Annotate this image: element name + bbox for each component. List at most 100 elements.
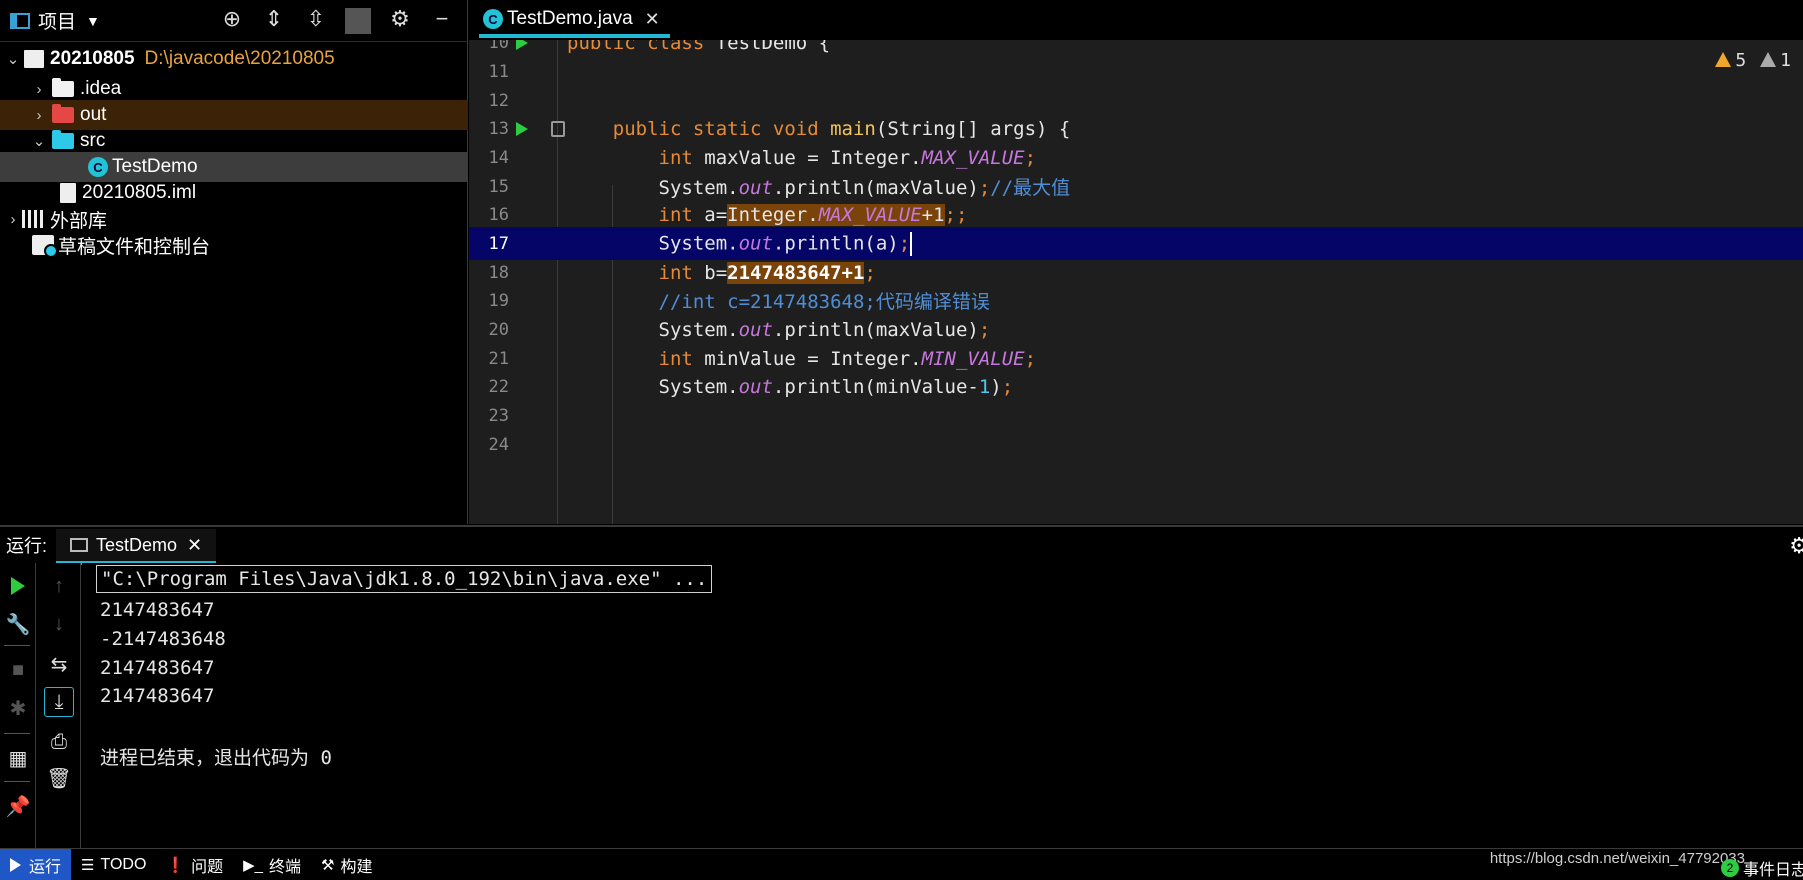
expand-all-icon[interactable]: ⇕ — [261, 6, 287, 34]
project-path: D:\javacode\20210805 — [144, 48, 335, 69]
run-icon — [10, 857, 21, 872]
tree-item-project-root[interactable]: ⌄ 20210805 D:\javacode\20210805 — [0, 44, 468, 74]
code-text: System.out.println(minValue-1); — [658, 375, 1014, 398]
close-icon[interactable]: ✕ — [645, 9, 660, 30]
stop-icon[interactable]: ■ — [3, 655, 33, 685]
soft-wrap-icon[interactable]: ⇆ — [44, 649, 74, 679]
pin-icon[interactable]: 📌 — [3, 791, 33, 821]
console-line: 2147483647 — [100, 599, 215, 621]
line-number: 17 — [488, 233, 509, 254]
event-log-button[interactable]: 2 事件日志 — [1720, 856, 1803, 880]
text-caret — [910, 231, 913, 256]
tree-item-label: 草稿文件和控制台 — [58, 236, 211, 258]
library-icon — [22, 210, 46, 228]
tree-item-label: 20210805 — [50, 48, 135, 69]
close-icon[interactable]: ✕ — [187, 535, 202, 556]
line-number: 14 — [488, 147, 509, 168]
debug-icon[interactable]: ✱ — [3, 693, 33, 723]
tree-item-label: src — [80, 130, 106, 151]
rerun-icon[interactable] — [3, 571, 33, 601]
arrow-up-icon[interactable]: ↑ — [44, 571, 74, 601]
line-number: 13 — [488, 118, 509, 139]
tree-item-label: 外部库 — [50, 210, 108, 232]
project-toolbar: ⊕ ⇕ ⇳ ⚙ − — [219, 6, 455, 34]
project-panel: 项目 ▼ ⊕ ⇕ ⇳ ⚙ − ⌄ 20210805 D:\javacode\20… — [0, 0, 468, 524]
chevron-right-icon[interactable]: › — [32, 81, 46, 98]
chevron-down-icon[interactable]: ⌄ — [32, 132, 46, 150]
gear-icon[interactable]: ⚙ — [1789, 533, 1803, 559]
code-text: System.out.println(a); — [658, 231, 913, 256]
info-icon: ❗ — [166, 856, 186, 874]
event-count-badge: 2 — [1720, 859, 1739, 877]
code-text: int minValue = Integer.MIN_VALUE; — [658, 347, 1037, 370]
editor-text-area[interactable]: 5 1 10 public class TestDemo { 11 12 13 … — [469, 40, 1803, 524]
layout-icon[interactable]: ▦ — [3, 743, 33, 773]
source-folder-icon — [52, 130, 74, 149]
locate-file-icon[interactable]: ⊕ — [219, 6, 245, 34]
wrench-icon[interactable]: 🔧 — [3, 609, 33, 639]
fold-icon[interactable] — [551, 120, 565, 137]
run-tab-label: TestDemo — [96, 534, 178, 555]
hide-panel-icon[interactable]: − — [429, 6, 455, 34]
run-tab-testdemo[interactable]: TestDemo ✕ — [56, 529, 217, 565]
toolbar-divider — [4, 733, 30, 734]
watermark: https://blog.csdn.net/weixin_47792033 — [1489, 850, 1745, 867]
collapse-all-icon[interactable]: ⇳ — [303, 6, 329, 34]
toolbar-divider — [4, 781, 30, 782]
editor-tab-testdemo[interactable]: C TestDemo.java ✕ — [479, 4, 670, 38]
line-number: 19 — [488, 290, 509, 311]
arrow-down-icon[interactable]: ↓ — [44, 609, 74, 639]
console-line: -2147483648 — [100, 628, 226, 650]
line-number: 20 — [488, 319, 509, 340]
tree-item-label: .idea — [80, 78, 122, 99]
trash-icon[interactable]: 🗑 — [44, 763, 74, 793]
chevron-right-icon[interactable]: › — [32, 107, 46, 124]
toolwindow-label: 问题 — [191, 858, 224, 876]
run-toolbar-primary: 🔧 ■ ✱ ▦ 📌 — [0, 563, 36, 848]
toolbar-divider — [4, 645, 30, 646]
console-line: 2147483647 — [100, 685, 215, 707]
tree-item-scratches[interactable]: 草稿文件和控制台 — [0, 230, 468, 260]
run-toolbar-secondary: ↑ ↓ ⇆ ⤓ ⎙ 🗑 — [37, 563, 81, 848]
code-text: System.out.println(maxValue); — [658, 318, 991, 341]
line-number: 22 — [488, 376, 509, 397]
console-output[interactable]: "C:\Program Files\Java\jdk1.8.0_192\bin\… — [82, 563, 1803, 848]
print-icon[interactable]: ⎙ — [44, 727, 74, 757]
toolwindow-run[interactable]: 运行 — [0, 848, 72, 880]
project-panel-title[interactable]: 项目 — [38, 7, 76, 34]
editor-tab-label: TestDemo.java — [507, 8, 633, 29]
chevron-right-icon[interactable]: › — [6, 211, 20, 228]
folder-icon — [52, 78, 74, 97]
gear-icon[interactable]: ⚙ — [387, 6, 413, 34]
code-text: public static void main(String[] args) { — [612, 117, 1071, 140]
toolwindow-todo[interactable]: ☰ TODO — [71, 849, 156, 880]
toolwindow-build[interactable]: ⚒ 构建 — [311, 849, 382, 880]
chevron-down-icon[interactable]: ▼ — [86, 13, 100, 29]
java-class-icon: C — [88, 157, 108, 177]
toolwindow-label: 构建 — [340, 858, 373, 876]
code-line[interactable]: 24 — [469, 428, 1803, 461]
console-exit-message: 进程已结束，退出代码为 0 — [100, 747, 332, 769]
project-module-icon — [24, 50, 44, 68]
toolbar-divider — [345, 8, 371, 34]
toolwindow-terminal[interactable]: ▶_ 终端 — [233, 849, 311, 880]
toolwindow-problems[interactable]: ❗ 问题 — [156, 849, 233, 880]
line-number: 24 — [488, 434, 509, 455]
console-line: 2147483647 — [100, 657, 215, 679]
toolwindow-label: TODO — [100, 855, 147, 873]
line-number: 10 — [488, 40, 509, 53]
run-gutter-icon[interactable] — [516, 40, 528, 50]
scroll-to-end-icon[interactable]: ⤓ — [44, 687, 74, 717]
run-panel-header: 运行: TestDemo ✕ ⚙ — [0, 525, 1803, 565]
code-text: int b=2147483647+1; — [658, 261, 876, 284]
run-gutter-icon[interactable] — [516, 121, 528, 136]
tree-item-label: 20210805.iml — [82, 182, 197, 203]
tree-item-label: out — [80, 104, 107, 125]
line-number: 11 — [488, 61, 509, 82]
line-number: 16 — [488, 204, 509, 225]
module-file-icon — [60, 183, 76, 203]
editor-tab-bar: C TestDemo.java ✕ — [469, 0, 1803, 40]
line-number: 23 — [488, 405, 509, 426]
chevron-down-icon[interactable]: ⌄ — [6, 50, 20, 68]
console-command-line[interactable]: "C:\Program Files\Java\jdk1.8.0_192\bin\… — [96, 565, 713, 593]
